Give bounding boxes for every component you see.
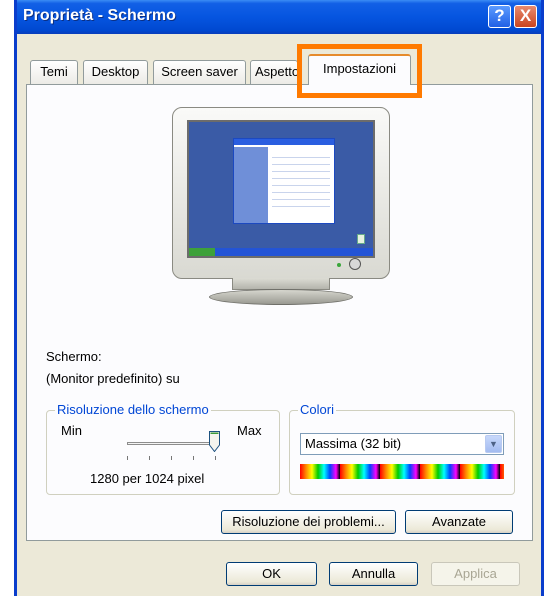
desktop-preview bbox=[187, 120, 375, 258]
mini-window-sidebar bbox=[234, 147, 268, 223]
colors-legend: Colori bbox=[298, 402, 336, 417]
color-palette-bar bbox=[300, 464, 504, 479]
display-device: (Monitor predefinito) su bbox=[46, 371, 180, 386]
title-bar[interactable]: Proprietà - Schermo ? X bbox=[17, 0, 541, 34]
cancel-button[interactable]: Annulla bbox=[329, 562, 418, 586]
troubleshoot-button[interactable]: Risoluzione dei problemi... bbox=[221, 510, 396, 534]
mini-start-button bbox=[189, 248, 215, 256]
advanced-button[interactable]: Avanzate bbox=[405, 510, 513, 534]
mini-window-content bbox=[272, 151, 330, 211]
max-label: Max bbox=[237, 423, 262, 438]
monitor-preview bbox=[172, 107, 390, 279]
help-button[interactable]: ? bbox=[488, 5, 511, 28]
tab-desktop[interactable]: Desktop bbox=[83, 60, 148, 84]
slider-thumb[interactable] bbox=[209, 431, 220, 452]
tab-screen-saver[interactable]: Screen saver bbox=[153, 60, 246, 84]
color-quality-value: Massima (32 bit) bbox=[305, 436, 402, 451]
min-label: Min bbox=[61, 423, 82, 438]
power-light-icon bbox=[337, 263, 341, 267]
ok-button[interactable]: OK bbox=[226, 562, 317, 586]
slider-ticks bbox=[127, 456, 217, 460]
resolution-legend: Risoluzione dello schermo bbox=[55, 402, 211, 417]
resolution-group: Risoluzione dello schermo Min Max 1280 p… bbox=[46, 402, 280, 495]
close-button[interactable]: X bbox=[514, 5, 537, 28]
recycle-bin-icon bbox=[357, 234, 365, 244]
mini-window-titlebar bbox=[234, 139, 334, 145]
monitor-stand-base bbox=[209, 289, 353, 305]
resolution-slider-track[interactable] bbox=[127, 442, 217, 445]
window-title: Proprietà - Schermo bbox=[23, 7, 176, 24]
settings-panel: Schermo: (Monitor predefinito) su Risolu… bbox=[26, 84, 533, 541]
chevron-down-icon[interactable]: ▼ bbox=[485, 435, 502, 453]
apply-button[interactable]: Applica bbox=[431, 562, 520, 586]
tab-aspetto[interactable]: Aspetto bbox=[250, 60, 298, 84]
display-properties-window: Proprietà - Schermo ? X Temi Desktop Scr… bbox=[14, 0, 544, 596]
color-quality-select[interactable]: Massima (32 bit) ▼ bbox=[300, 433, 504, 455]
tab-highlight-box bbox=[297, 44, 422, 98]
power-button-icon bbox=[349, 258, 361, 270]
mini-taskbar bbox=[189, 248, 373, 256]
display-label: Schermo: bbox=[46, 349, 102, 364]
colors-group: Colori Massima (32 bit) ▼ bbox=[289, 402, 515, 495]
mini-window bbox=[233, 138, 335, 224]
resolution-value: 1280 per 1024 pixel bbox=[90, 471, 205, 486]
tab-temi[interactable]: Temi bbox=[30, 60, 78, 84]
